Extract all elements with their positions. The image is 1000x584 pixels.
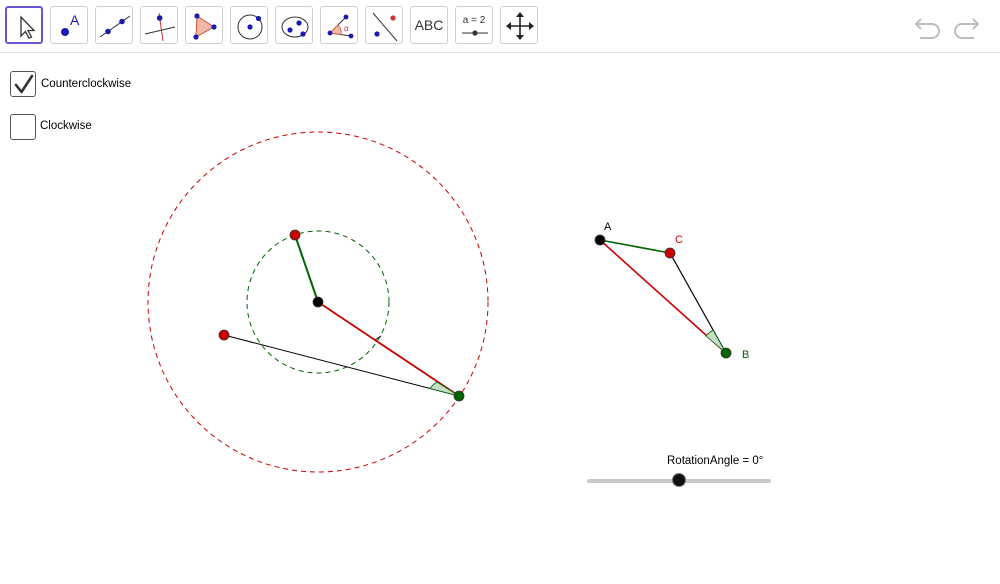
perpendicular-line-icon: [144, 12, 176, 42]
circle-tool-button[interactable]: [230, 6, 268, 44]
reflect-tool-button[interactable]: [365, 6, 403, 44]
graphics-view[interactable]: [0, 53, 1000, 584]
point-a-label: A: [604, 221, 612, 233]
move-tool-button[interactable]: [5, 6, 43, 44]
point-a[interactable]: [594, 234, 606, 246]
polygon-tool-button[interactable]: [185, 6, 223, 44]
undo-icon[interactable]: [914, 12, 944, 40]
rotation-angle-slider-thumb[interactable]: [672, 473, 686, 487]
angle-tool-button[interactable]: α: [320, 6, 358, 44]
ellipse-icon: [281, 16, 309, 38]
slider-icon: [462, 30, 488, 36]
polygon-icon: [193, 13, 217, 40]
line-tool-button[interactable]: [95, 6, 133, 44]
angle-icon: α: [327, 14, 354, 39]
point-c-label: C: [675, 234, 683, 246]
text-tool-button[interactable]: ABC: [410, 6, 448, 44]
black-segment: [223, 334, 460, 397]
perpendicular-tool-button[interactable]: [140, 6, 178, 44]
reflect-about-line-icon: [372, 12, 398, 42]
segment-ac: [599, 239, 671, 254]
point-tool-button[interactable]: A: [50, 6, 88, 44]
circle-center-point-icon: [237, 14, 263, 40]
red-point-top[interactable]: [289, 229, 301, 241]
point-a-icon: A: [61, 12, 80, 36]
point-icon-glyph: A: [70, 12, 80, 28]
move-graphics-tool-button[interactable]: [500, 6, 538, 44]
text-icon: ABC: [414, 17, 444, 33]
slider-tool-button[interactable]: a = 2: [455, 6, 493, 44]
point-b-label: B: [742, 349, 750, 361]
redo-icon[interactable]: [950, 12, 980, 40]
center-point[interactable]: [312, 296, 324, 308]
red-segment: [317, 301, 460, 397]
point-c[interactable]: [664, 247, 676, 259]
green-segment: [294, 234, 319, 303]
move-graphics-icon: [506, 12, 534, 40]
angle-icon-glyph: α: [344, 24, 349, 33]
conic-tool-button[interactable]: [275, 6, 313, 44]
green-point[interactable]: [453, 390, 465, 402]
rotation-angle-label: RotationAngle = 0°: [667, 455, 764, 467]
line-through-points-icon: [99, 15, 131, 38]
point-b[interactable]: [720, 347, 732, 359]
arrow-pointer-icon: [20, 15, 36, 39]
toolbar: A α ABC a = 2: [0, 0, 1000, 53]
red-point-left[interactable]: [218, 329, 230, 341]
